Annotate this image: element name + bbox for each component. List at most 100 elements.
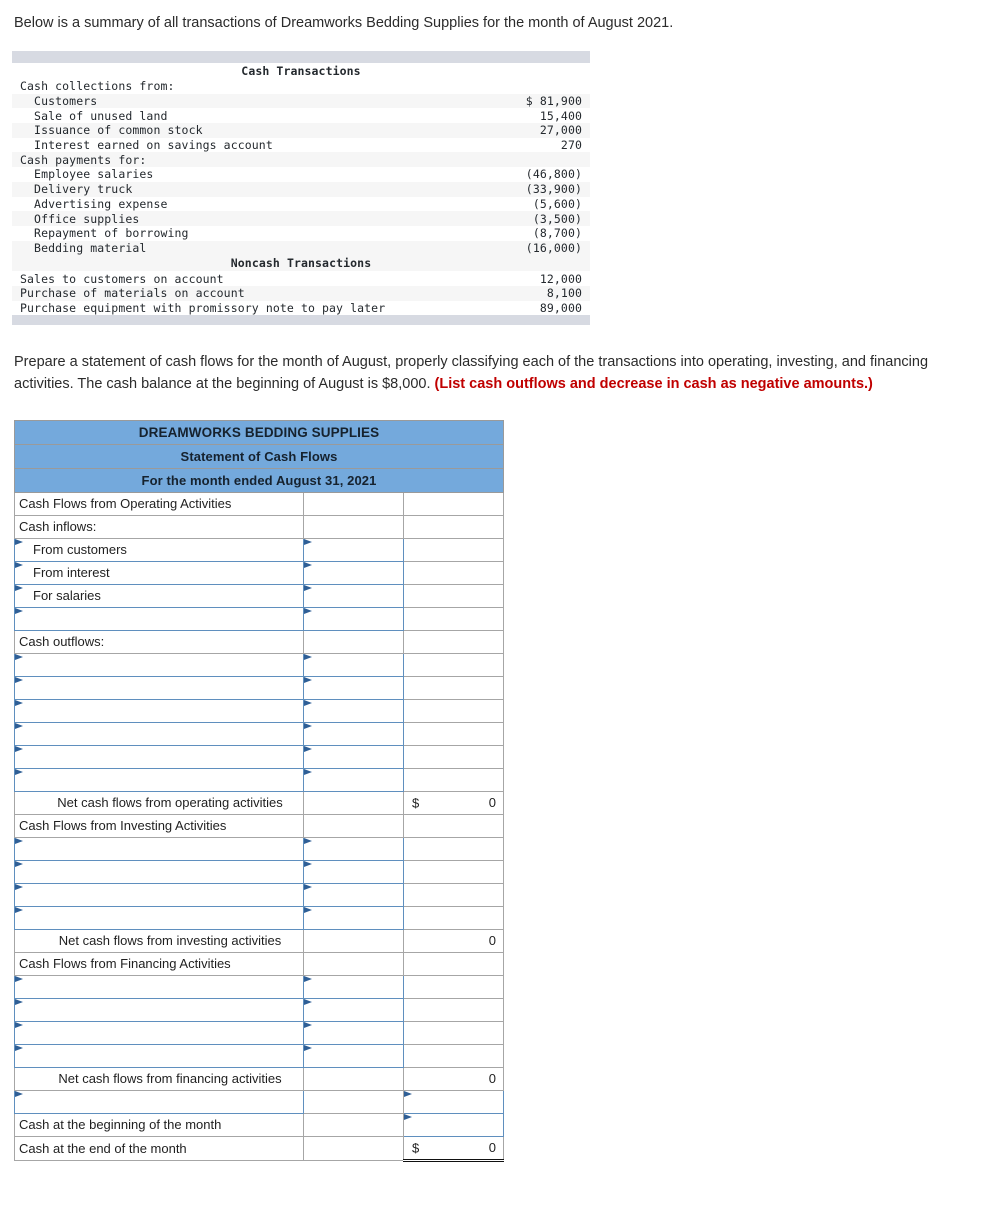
financing-amount-input-3[interactable] (303, 1043, 404, 1068)
outflow-amount-input-5[interactable] (303, 767, 404, 792)
inflow-account-select-0[interactable]: From customers (14, 537, 304, 562)
financing-amount-input-0[interactable] (303, 974, 404, 999)
operating-right-cell (403, 491, 504, 516)
net-operating-value-cell: $0 (403, 790, 504, 815)
transaction-amount: $ 81,900 (525, 94, 582, 109)
outflow-entry-row (14, 767, 504, 792)
outflow-amount-input-0[interactable] (303, 652, 404, 677)
financing-account-select-2[interactable] (14, 1020, 304, 1045)
ending-cash-value: 0 (488, 1140, 496, 1156)
transaction-label: Advertising expense (20, 196, 168, 211)
inflow-account-label-1: From interest (33, 565, 110, 581)
inflow-account-select-2[interactable]: For salaries (14, 583, 304, 608)
beginning-cash-label: Cash at the beginning of the month (14, 1112, 304, 1137)
inflow-account-label-0: From customers (33, 542, 127, 558)
outflow-amount-input-3[interactable] (303, 721, 404, 746)
transaction-amount: 27,000 (539, 123, 582, 138)
outflow-amount-input-1[interactable] (303, 675, 404, 700)
financing-entry-row (14, 974, 504, 999)
transactions-summary-table: Cash Transactions Cash collections from:… (12, 51, 590, 326)
dropdown-flag-icon (15, 860, 23, 867)
cash-outflows-row: Cash outflows: (14, 629, 504, 654)
net-operating-value: 0 (488, 795, 496, 811)
transaction-label: Purchase equipment with promissory note … (20, 300, 386, 315)
inflow-right-cell-3 (403, 606, 504, 631)
inflow-right-cell-1 (403, 560, 504, 585)
transaction-row: Cash payments for: (12, 152, 590, 168)
financing-account-select-0[interactable] (14, 974, 304, 999)
intro-paragraph: Below is a summary of all transactions o… (14, 15, 674, 31)
inflow-amount-input-2[interactable] (303, 583, 404, 608)
transaction-label: Repayment of borrowing (20, 226, 189, 241)
transactions-table-top-bar (12, 51, 590, 64)
net-investing-label: Net cash flows from investing activities (14, 928, 304, 953)
net-change-mid-cell (303, 1089, 404, 1114)
inflow-amount-input-0[interactable] (303, 537, 404, 562)
investing-amount-input-0[interactable] (303, 836, 404, 861)
dropdown-flag-icon (15, 1090, 23, 1097)
inflow-right-cell-0 (403, 537, 504, 562)
dropdown-flag-icon (15, 1044, 23, 1051)
investing-amount-input-2[interactable] (303, 882, 404, 907)
dropdown-flag-icon (15, 768, 23, 775)
net-change-amount-input[interactable] (403, 1089, 504, 1114)
dropdown-flag-icon (304, 1021, 312, 1028)
financing-account-select-3[interactable] (14, 1043, 304, 1068)
outflow-account-select-0[interactable] (14, 652, 304, 677)
transaction-amount: 89,000 (539, 300, 582, 315)
outflow-account-select-4[interactable] (14, 744, 304, 769)
financing-entry-row (14, 1043, 504, 1068)
investing-amount-input-1[interactable] (303, 859, 404, 884)
financing-section-row: Cash Flows from Financing Activities (14, 951, 504, 976)
inflow-account-select-3[interactable] (14, 606, 304, 631)
investing-amount-input-3[interactable] (303, 905, 404, 930)
financing-account-select-1[interactable] (14, 997, 304, 1022)
dropdown-flag-icon (404, 1113, 412, 1120)
dropdown-flag-icon (304, 1044, 312, 1051)
inflow-amount-input-1[interactable] (303, 560, 404, 585)
beginning-cash-amount-input[interactable] (403, 1112, 504, 1137)
investing-account-select-2[interactable] (14, 882, 304, 907)
statement-title-row: Statement of Cash Flows (14, 443, 504, 469)
instruction-paragraph: Prepare a statement of cash flows for th… (0, 352, 968, 396)
transaction-amount: (33,900) (525, 182, 582, 197)
financing-mid-cell (303, 951, 404, 976)
dropdown-flag-icon (15, 676, 23, 683)
dropdown-flag-icon (15, 1021, 23, 1028)
inflow-amount-input-3[interactable] (303, 606, 404, 631)
transaction-label: Delivery truck (20, 182, 133, 197)
transaction-row: Employee salaries (46,800) (12, 167, 590, 182)
transaction-label: Issuance of common stock (20, 123, 203, 138)
outflow-account-select-3[interactable] (14, 721, 304, 746)
outflow-account-select-2[interactable] (14, 698, 304, 723)
inflow-account-label-2: For salaries (33, 588, 101, 604)
operating-section-row: Cash Flows from Operating Activities (14, 491, 504, 516)
dropdown-flag-icon (304, 699, 312, 706)
outflow-account-select-5[interactable] (14, 767, 304, 792)
dropdown-flag-icon (304, 561, 312, 568)
investing-account-select-3[interactable] (14, 905, 304, 930)
beginning-cash-row: Cash at the beginning of the month (14, 1112, 504, 1137)
transaction-amount: (5,600) (532, 196, 582, 211)
dropdown-flag-icon (304, 998, 312, 1005)
net-investing-value: 0 (403, 928, 504, 953)
net-operating-row: Net cash flows from operating activities… (14, 790, 504, 815)
investing-account-select-1[interactable] (14, 859, 304, 884)
outflow-amount-input-4[interactable] (303, 744, 404, 769)
transaction-label: Bedding material (20, 240, 147, 255)
financing-amount-input-1[interactable] (303, 997, 404, 1022)
transaction-amount: (46,800) (525, 167, 582, 182)
outflow-account-select-1[interactable] (14, 675, 304, 700)
transaction-amount: 12,000 (539, 271, 582, 286)
financing-right-cell-0 (403, 974, 504, 999)
outflow-amount-input-2[interactable] (303, 698, 404, 723)
investing-right-cell-2 (403, 882, 504, 907)
inflow-entry-row: From customers (14, 537, 504, 562)
investing-account-select-0[interactable] (14, 836, 304, 861)
transaction-row: Office supplies (3,500) (12, 211, 590, 226)
inflow-account-select-1[interactable]: From interest (14, 560, 304, 585)
financing-amount-input-2[interactable] (303, 1020, 404, 1045)
net-change-account-select[interactable] (14, 1089, 304, 1114)
transaction-amount: 270 (560, 138, 582, 153)
outflow-right-cell-1 (403, 675, 504, 700)
